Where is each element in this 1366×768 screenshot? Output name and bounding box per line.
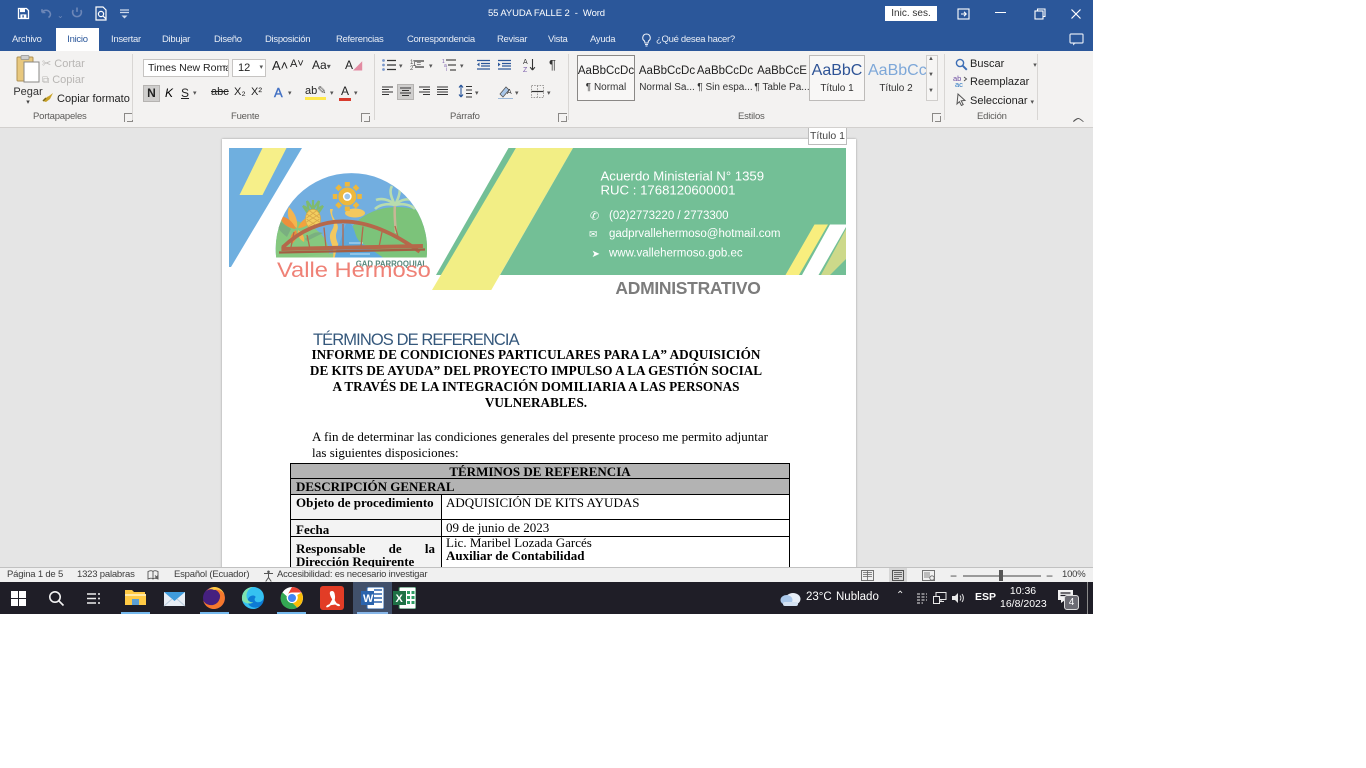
- svg-text:(02)2773220 / 2773300: (02)2773220 / 2773300: [609, 210, 729, 222]
- svg-text:X: X: [396, 593, 404, 605]
- svg-text:gadprvallehermoso@hotmail.com: gadprvallehermoso@hotmail.com: [609, 228, 780, 240]
- svg-text:A: A: [523, 59, 528, 66]
- svg-text:W: W: [363, 593, 374, 605]
- svg-text:www.vallehermoso.gob.ec: www.vallehermoso.gob.ec: [608, 248, 743, 260]
- svg-text:Acuerdo Ministerial N° 1359: Acuerdo Ministerial N° 1359: [601, 169, 765, 184]
- svg-text:i: i: [446, 67, 447, 71]
- svg-text:A: A: [507, 89, 512, 96]
- svg-text:✉: ✉: [589, 230, 597, 241]
- svg-text:Z: Z: [523, 67, 528, 72]
- svg-text:ac: ac: [955, 80, 963, 87]
- svg-text:✆: ✆: [590, 211, 599, 223]
- svg-text:Valle Hermoso: Valle Hermoso: [277, 258, 431, 281]
- svg-text:2: 2: [410, 66, 414, 71]
- svg-text:➤: ➤: [592, 249, 600, 260]
- svg-text:RUC : 1768120600001: RUC : 1768120600001: [601, 183, 736, 198]
